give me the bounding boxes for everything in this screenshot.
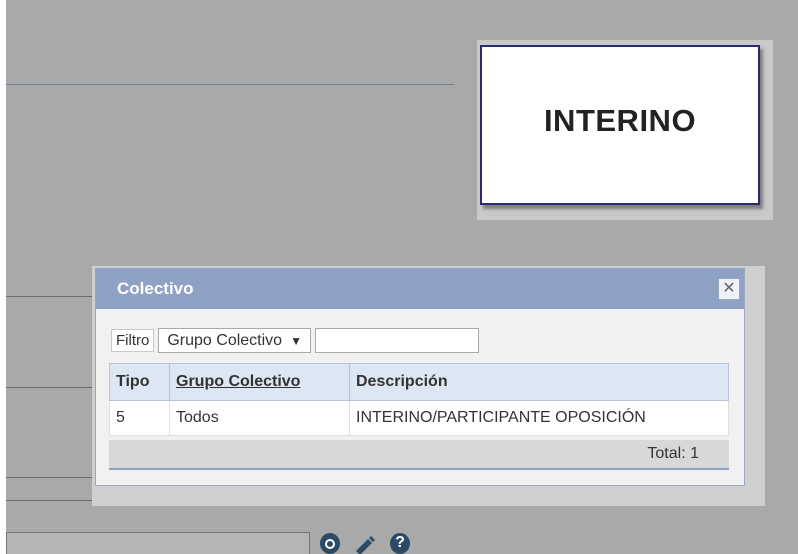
interino-badge: INTERINO (480, 45, 760, 205)
column-header-grupo-colectivo[interactable]: Grupo Colectivo (169, 363, 350, 401)
eye-icon[interactable] (320, 533, 340, 554)
table-footer: Total: 1 (109, 440, 729, 470)
dialog-titlebar[interactable]: Colectivo ✕ (96, 269, 744, 309)
form-field-underline (6, 477, 94, 478)
total-count: Total: 1 (647, 445, 699, 462)
dialog-title: Colectivo (117, 279, 194, 298)
table-row[interactable]: 5 Todos INTERINO/PARTICIPANTE OPOSICIÓN (109, 400, 729, 436)
filter-input[interactable] (314, 328, 479, 353)
badge-text: INTERINO (543, 103, 697, 138)
filter-select-value: Grupo Colectivo (167, 331, 283, 349)
help-icon[interactable]: ? (390, 533, 410, 554)
cell-tipo[interactable]: 5 (109, 400, 170, 436)
filter-label: Filtro (111, 329, 155, 352)
column-header-tipo[interactable]: Tipo (109, 363, 170, 401)
colectivo-table: Tipo Grupo Colectivo Descripción 5 Todos… (109, 363, 729, 436)
close-icon: ✕ (722, 280, 736, 297)
cell-grupo[interactable]: Todos (169, 400, 350, 436)
chevron-down-icon: ▼ (290, 333, 302, 348)
cell-descripcion[interactable]: INTERINO/PARTICIPANTE OPOSICIÓN (349, 400, 729, 436)
bottom-text-field[interactable] (6, 532, 310, 554)
form-separator (6, 84, 454, 85)
filter-field-select[interactable]: Grupo Colectivo ▼ (158, 328, 311, 353)
form-field-underline (6, 500, 94, 501)
form-field-underline (6, 387, 94, 388)
form-field-underline (6, 296, 94, 297)
filter-row: Filtro Grupo Colectivo ▼ (111, 328, 479, 353)
table-header-row: Tipo Grupo Colectivo Descripción (109, 363, 729, 401)
column-header-descripcion[interactable]: Descripción (349, 363, 729, 401)
colectivo-dialog: Colectivo ✕ Filtro Grupo Colectivo ▼ Tip… (95, 268, 745, 486)
bottom-toolbar: ? (320, 533, 410, 554)
close-button[interactable]: ✕ (718, 278, 740, 300)
column-header-grupo-colectivo-label[interactable]: Grupo Colectivo (176, 373, 300, 390)
help-icon-glyph: ? (395, 534, 405, 551)
pencil-icon[interactable] (354, 533, 376, 554)
